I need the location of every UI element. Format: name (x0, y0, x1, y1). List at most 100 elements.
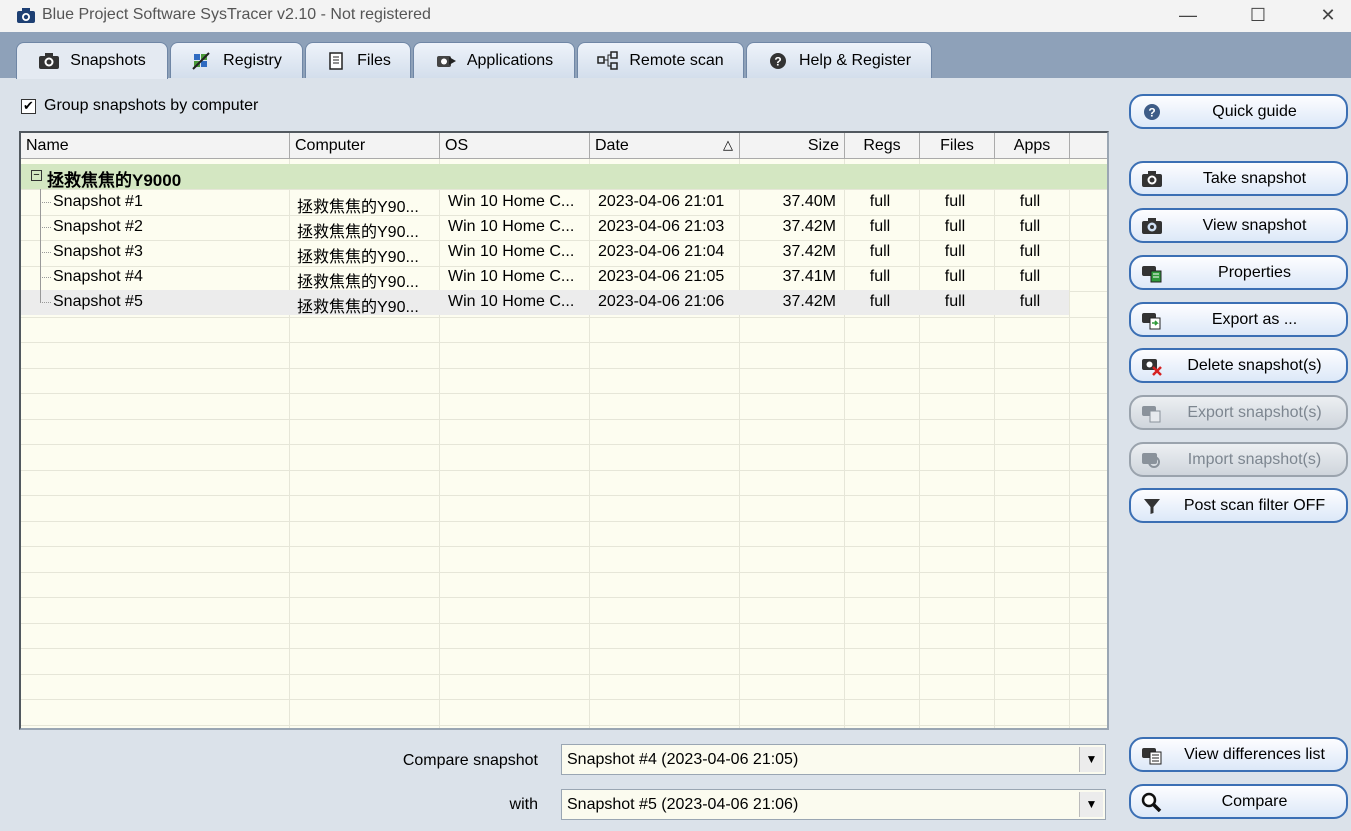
button-label: View differences list (1184, 746, 1325, 763)
table-row[interactable]: Snapshot #5 拯救焦焦的Y90... Win 10 Home C...… (21, 290, 1069, 316)
tree-line (40, 227, 51, 229)
cell-os: Win 10 Home C... (448, 293, 575, 310)
button-label: Compare (1221, 793, 1288, 810)
take-snapshot-button[interactable]: Take snapshot (1129, 161, 1348, 196)
button-label: Take snapshot (1202, 170, 1307, 187)
chevron-down-icon[interactable]: ▼ (1079, 747, 1103, 772)
properties-icon (1142, 266, 1162, 283)
column-os[interactable]: OS (440, 133, 590, 158)
maximize-button[interactable]: ☐ (1236, 4, 1280, 28)
grid-line (21, 674, 1107, 675)
column-regs[interactable]: Regs (845, 133, 920, 158)
cell-os: Win 10 Home C... (448, 243, 575, 260)
cell-files: full (944, 193, 966, 210)
tab-applications[interactable]: Applications (413, 42, 575, 78)
camera-icon (1142, 171, 1162, 187)
tab-label: Remote scan (629, 51, 724, 69)
cell-regs: full (869, 268, 891, 285)
grid-line (21, 648, 1107, 649)
delete-snapshot-button[interactable]: Delete snapshot(s) (1129, 348, 1348, 383)
button-label: Post scan filter OFF (1183, 497, 1326, 514)
grid-line (21, 342, 1107, 343)
table-row[interactable]: Snapshot #3 拯救焦焦的Y90... Win 10 Home C...… (21, 240, 1069, 266)
export-as-button[interactable]: Export as ... (1129, 302, 1348, 337)
cell-regs: full (869, 293, 891, 310)
view-snapshot-button[interactable]: View snapshot (1129, 208, 1348, 243)
cell-computer: 拯救焦焦的Y90... (297, 274, 419, 291)
import-snapshot-button[interactable]: Import snapshot(s) (1129, 442, 1348, 477)
grid-line (21, 699, 1107, 700)
collapse-icon[interactable]: − (31, 170, 42, 181)
column-computer[interactable]: Computer (290, 133, 440, 158)
table-row[interactable]: Snapshot #4 拯救焦焦的Y90... Win 10 Home C...… (21, 265, 1069, 291)
view-differences-list-button[interactable]: View differences list (1129, 737, 1348, 772)
close-button[interactable]: ✕ (1306, 4, 1350, 28)
chevron-down-icon[interactable]: ▼ (1079, 792, 1103, 817)
snapshot-list[interactable]: Name Computer OS Date △ Size Regs Files … (19, 131, 1109, 730)
cell-date: 2023-04-06 21:04 (598, 243, 725, 260)
cell-size: 37.42M (782, 218, 836, 235)
compare-button[interactable]: Compare (1129, 784, 1348, 819)
table-row[interactable]: Snapshot #1 拯救焦焦的Y90... Win 10 Home C...… (21, 189, 1069, 216)
camera-icon (17, 8, 35, 23)
properties-button[interactable]: Properties (1129, 255, 1348, 290)
svg-text:?: ? (774, 54, 781, 68)
magnifier-icon (1141, 792, 1162, 812)
tab-label: Snapshots (70, 52, 146, 69)
grid-line (21, 317, 1107, 318)
camera-icon (39, 53, 60, 69)
column-date[interactable]: Date △ (590, 133, 740, 158)
post-scan-filter-button[interactable]: Post scan filter OFF (1129, 488, 1348, 523)
cell-size: 37.41M (782, 268, 836, 285)
cell-name: Snapshot #2 (53, 218, 143, 235)
checkbox-label: Group snapshots by computer (44, 97, 259, 114)
tree-line (40, 252, 51, 254)
column-apps[interactable]: Apps (995, 133, 1070, 158)
grid-line (21, 597, 1107, 598)
tab-registry[interactable]: Registry (170, 42, 303, 78)
cell-size: 37.40M (782, 193, 836, 210)
column-name[interactable]: Name (21, 133, 290, 158)
cell-name: Snapshot #4 (53, 268, 143, 285)
grid-line (21, 725, 1107, 726)
quick-guide-button[interactable]: ? Quick guide (1129, 94, 1348, 129)
tab-snapshots[interactable]: Snapshots (16, 42, 168, 79)
compare-snapshot-label: Compare snapshot (402, 752, 538, 769)
with-snapshot-value: Snapshot #5 (2023-04-06 21:06) (567, 796, 799, 813)
import-snapshot-icon (1142, 453, 1160, 468)
cell-date: 2023-04-06 21:05 (598, 268, 725, 285)
cell-regs: full (869, 193, 891, 210)
column-files[interactable]: Files (920, 133, 995, 158)
registry-icon (192, 51, 210, 70)
cell-os: Win 10 Home C... (448, 268, 575, 285)
grid-line (21, 546, 1107, 547)
minimize-button[interactable]: — (1166, 4, 1210, 28)
cell-name: Snapshot #5 (53, 293, 143, 310)
cell-apps: full (1019, 218, 1041, 235)
cell-apps: full (1019, 193, 1041, 210)
export-snapshot-button[interactable]: Export snapshot(s) (1129, 395, 1348, 430)
cell-date: 2023-04-06 21:01 (598, 193, 725, 210)
window-title: Blue Project Software SysTracer v2.10 - … (42, 6, 431, 23)
sort-ascending-icon: △ (723, 137, 733, 152)
cell-computer: 拯救焦焦的Y90... (297, 249, 419, 266)
differences-icon (1142, 748, 1162, 765)
cell-size: 37.42M (782, 293, 836, 310)
group-by-computer-checkbox[interactable]: ✔ Group snapshots by computer (21, 97, 258, 115)
tab-remote-scan[interactable]: Remote scan (577, 42, 744, 78)
column-size[interactable]: Size (740, 133, 845, 158)
table-row[interactable]: Snapshot #2 拯救焦焦的Y90... Win 10 Home C...… (21, 215, 1069, 241)
with-snapshot-select[interactable]: Snapshot #5 (2023-04-06 21:06) ▼ (561, 789, 1106, 820)
cell-computer: 拯救焦焦的Y90... (297, 224, 419, 241)
filter-icon (1144, 499, 1160, 514)
checkbox-box[interactable]: ✔ (21, 98, 36, 114)
group-row-computer[interactable]: − 拯救焦焦的Y9000 (21, 164, 1107, 190)
cell-files: full (944, 218, 966, 235)
delete-icon (1142, 359, 1162, 376)
tab-help-register[interactable]: ? Help & Register (746, 42, 932, 78)
cell-files: full (944, 243, 966, 260)
tab-files[interactable]: Files (305, 42, 411, 78)
cell-date: 2023-04-06 21:06 (598, 293, 725, 310)
cell-date: 2023-04-06 21:03 (598, 218, 725, 235)
compare-snapshot-select[interactable]: Snapshot #4 (2023-04-06 21:05) ▼ (561, 744, 1106, 775)
